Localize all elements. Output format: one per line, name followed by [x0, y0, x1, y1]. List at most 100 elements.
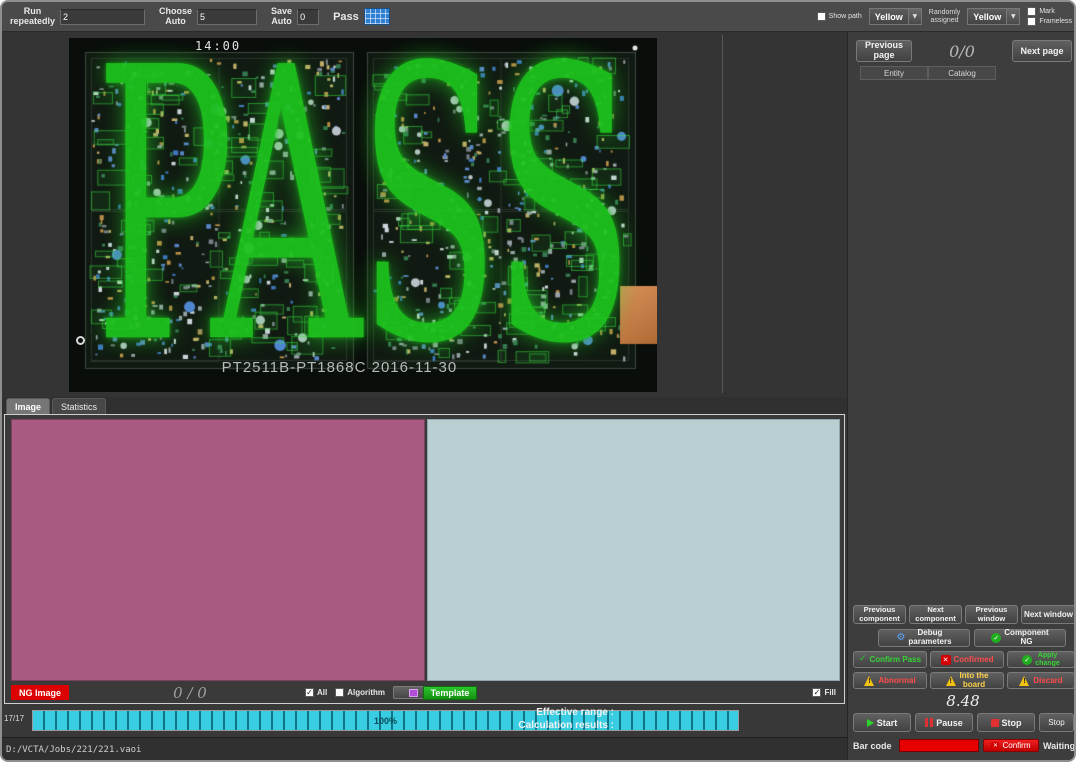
color-select-2-value: Yellow: [968, 12, 1006, 22]
pause-button[interactable]: Pause: [915, 713, 973, 732]
next-window-button[interactable]: Next window: [1021, 605, 1076, 624]
algorithm-checkbox[interactable]: Algorithm: [335, 688, 385, 697]
stop-button[interactable]: Stop: [977, 713, 1035, 732]
progress-percent-label: 100%: [33, 711, 738, 730]
board-image-view[interactable]: 14:00 PASS PT2511B-PT1868C 2016-11-30: [69, 38, 657, 392]
color-select-2[interactable]: Yellow ▼: [967, 8, 1020, 25]
next-page-button[interactable]: Next page: [1012, 40, 1072, 62]
image-panel-body: NG Image 0 / 0 ✓ All Algorithm Template …: [4, 414, 845, 704]
tab-catalog[interactable]: Catalog: [928, 66, 996, 80]
frameless-label: Frameless: [1039, 18, 1072, 25]
pause-icon: [925, 718, 933, 727]
prev-component-line2: component: [859, 615, 899, 623]
pass-group: Pass: [333, 8, 390, 25]
barcode-input[interactable]: [899, 739, 979, 752]
run-repeatedly-group: Run repeatedly: [10, 7, 145, 27]
into-the-board-button[interactable]: Into theboard: [930, 672, 1004, 689]
previous-page-label: Previous page: [865, 41, 903, 61]
component-ng-button[interactable]: ✓ ComponentNG: [974, 629, 1066, 647]
start-label: Start: [877, 718, 898, 728]
page-counter: 0/0: [914, 40, 1010, 62]
all-checkbox[interactable]: ✓ All: [305, 688, 327, 697]
abnormal-button[interactable]: Abnormal: [853, 672, 927, 689]
mark-checkbox[interactable]: Mark: [1027, 7, 1072, 16]
randomly-assigned-label: Randomly assigned: [929, 9, 961, 24]
pass-status-label: Pass: [333, 11, 359, 23]
stop-state-button[interactable]: Stop: [1039, 713, 1074, 732]
barcode-row: Bar code ✕ Confirm Waiting: [853, 739, 1075, 752]
discard-label: Discard: [1033, 676, 1062, 685]
tab-entity[interactable]: Entity: [860, 66, 928, 80]
chevron-down-icon[interactable]: ▼: [1006, 9, 1019, 24]
debug-row: ⚙ Debugparameters ✓ ComponentNG: [878, 629, 1066, 647]
template-image-viewer[interactable]: [427, 419, 840, 681]
confirm-ng-label: Confirmed: [954, 655, 994, 664]
barcode-label: Bar code: [853, 741, 895, 751]
pause-label: Pause: [936, 718, 963, 728]
checkbox-checked-icon: ✓: [812, 688, 821, 697]
algorithm-label: Algorithm: [347, 688, 385, 697]
ng-image-badge: NG Image: [11, 685, 69, 700]
warning-icon: [1019, 676, 1030, 686]
barcode-confirm-button[interactable]: ✕ Confirm: [983, 739, 1039, 752]
save-label-line2: Auto: [271, 17, 292, 27]
template-button[interactable]: Template: [423, 686, 477, 700]
stop-label: Stop: [1002, 718, 1022, 728]
run-repeatedly-label: Run repeatedly: [10, 7, 55, 27]
image-panel-tabs: Image Statistics: [2, 397, 847, 414]
save-auto-input[interactable]: [297, 9, 319, 25]
start-button[interactable]: Start: [853, 713, 911, 732]
checkbox-icon: [1027, 17, 1036, 26]
image-panel-statusstrip: NG Image 0 / 0 ✓ All Algorithm Template …: [5, 683, 844, 702]
top-toolbar: Run repeatedly Choose Auto Save Auto: [2, 2, 1076, 32]
color-select-1[interactable]: Yellow ▼: [869, 8, 922, 25]
strip-options: ✓ All Algorithm: [305, 686, 433, 699]
calculation-labels: Effective range : Calculation results :: [518, 707, 614, 732]
show-path-checkbox[interactable]: Show path: [817, 12, 862, 21]
frameless-checkbox[interactable]: Frameless: [1027, 17, 1072, 26]
pass-pattern-button[interactable]: [364, 8, 390, 25]
choose-auto-group: Choose Auto: [159, 7, 257, 27]
aoi-inspection-application: Run repeatedly Choose Auto Save Auto: [0, 0, 1076, 762]
check-icon: ✓: [859, 655, 867, 664]
apply-change-button[interactable]: ✓ Applychange: [1007, 651, 1075, 668]
next-component-button[interactable]: Nextcomponent: [909, 605, 962, 624]
prev-window-line2: window: [976, 615, 1008, 623]
previous-window-button[interactable]: Previouswindow: [965, 605, 1018, 624]
board-timestamp: 14:00: [195, 39, 241, 53]
tab-image[interactable]: Image: [6, 398, 50, 414]
save-auto-group: Save Auto: [271, 7, 319, 27]
chevron-down-icon[interactable]: ▼: [908, 9, 921, 24]
into-board-line2: board: [960, 681, 989, 690]
mark-frameless-group: Mark Frameless: [1027, 7, 1072, 26]
tab-statistics[interactable]: Statistics: [52, 398, 106, 414]
main-view-area: 14:00 PASS PT2511B-PT1868C 2016-11-30: [2, 32, 847, 397]
confirm-ng-button[interactable]: ✕ Confirmed: [930, 651, 1004, 668]
run-repeatedly-input[interactable]: [60, 9, 145, 25]
fill-checkbox[interactable]: ✓ Fill: [812, 688, 836, 697]
choose-auto-label: Choose Auto: [159, 7, 192, 27]
pcb-board-image: [69, 38, 657, 392]
previous-page-button[interactable]: Previous page: [856, 40, 912, 62]
debug-parameters-button[interactable]: ⚙ Debugparameters: [878, 629, 970, 647]
color-select-1-value: Yellow: [870, 12, 908, 22]
discard-button[interactable]: Discard: [1007, 672, 1075, 689]
choose-auto-input[interactable]: [197, 9, 257, 25]
fill-label: Fill: [824, 688, 836, 697]
fiducial-mark: [76, 336, 85, 345]
ng-image-viewer[interactable]: [11, 419, 425, 681]
previous-component-button[interactable]: Previouscomponent: [853, 605, 906, 624]
x-icon: ✕: [941, 655, 951, 665]
ng-image-counter: 0 / 0: [145, 684, 235, 702]
stop-icon: [991, 719, 999, 727]
previous-page-line2: page: [865, 51, 903, 61]
confirm-pass-label: Confirm Pass: [869, 655, 921, 664]
toolbar-right-group: Show path Yellow ▼ Randomly assigned Yel…: [817, 7, 1076, 26]
play-icon: [867, 719, 874, 727]
mark-label: Mark: [1039, 8, 1055, 15]
debug-line2: parameters: [908, 638, 951, 647]
check-circle-icon: ✓: [1022, 655, 1032, 665]
progress-row: 17/17 100% Effective range : Calculation…: [2, 705, 847, 737]
confirm-pass-button[interactable]: ✓ Confirm Pass: [853, 651, 927, 668]
transport-row: Start Pause Stop Stop: [853, 713, 1074, 732]
